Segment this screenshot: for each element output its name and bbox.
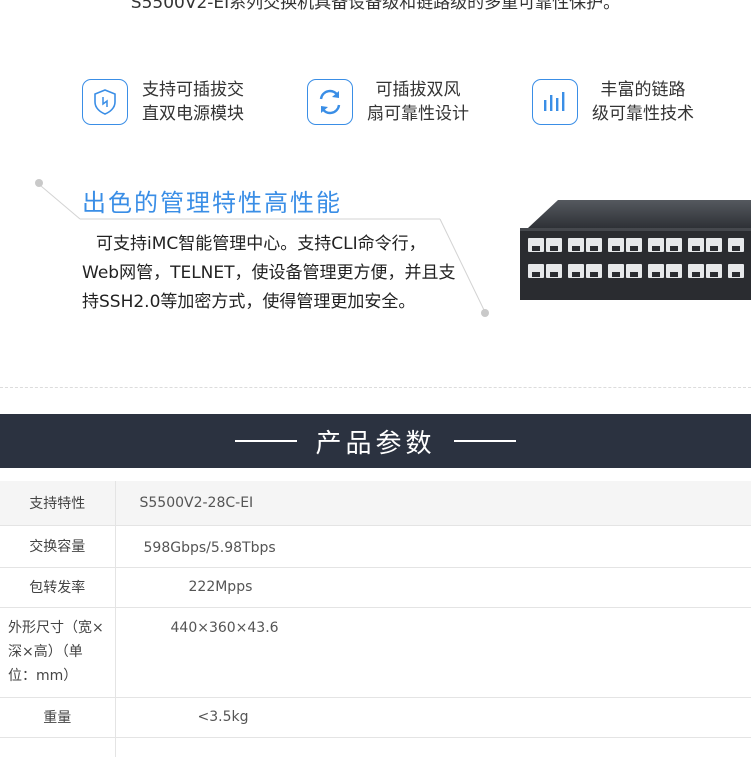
spec-key: 交换容量 [0, 525, 116, 568]
spec-table: 支持特性 S5500V2-28C-EI 交换容量 598Gbps/5.98Tbp… [0, 481, 751, 757]
banner-title: 产品参数 [315, 428, 436, 459]
section-divider [0, 387, 751, 388]
spec-value: 440×360×43.6 [115, 607, 751, 698]
network-switch-image [520, 200, 751, 300]
table-row [0, 737, 751, 757]
product-params-banner: 产品参数 [0, 414, 751, 468]
spec-value: <3.5kg [115, 697, 751, 738]
table-row: 交换容量 598Gbps/5.98Tbps [0, 525, 751, 568]
table-row: 支持特性 S5500V2-28C-EI [0, 481, 751, 526]
spec-key [0, 737, 116, 757]
spec-key: 包转发率 [0, 567, 116, 608]
banner-left-line [235, 440, 298, 442]
table-row: 包转发率 222Mpps [0, 567, 751, 608]
spec-key: 支持特性 [0, 481, 116, 526]
management-description: 可支持iMC智能管理中心。支持CLI命令行，Web网管，TELNET，使设备管理… [82, 234, 456, 312]
spec-value [115, 737, 751, 757]
spec-key: 外形尺寸（宽×深×高）（单位：mm） [0, 607, 116, 698]
banner-right-line [453, 440, 516, 442]
spec-value: 598Gbps/5.98Tbps [115, 525, 751, 568]
management-title: 出色的管理特性高性能 [82, 189, 342, 217]
spec-value: 222Mpps [115, 567, 751, 608]
spec-value: S5500V2-28C-EI [115, 481, 751, 526]
table-row: 外形尺寸（宽×深×高）（单位：mm） 440×360×43.6 [0, 607, 751, 698]
spec-key: 重量 [0, 697, 116, 738]
table-row: 重量 <3.5kg [0, 697, 751, 738]
